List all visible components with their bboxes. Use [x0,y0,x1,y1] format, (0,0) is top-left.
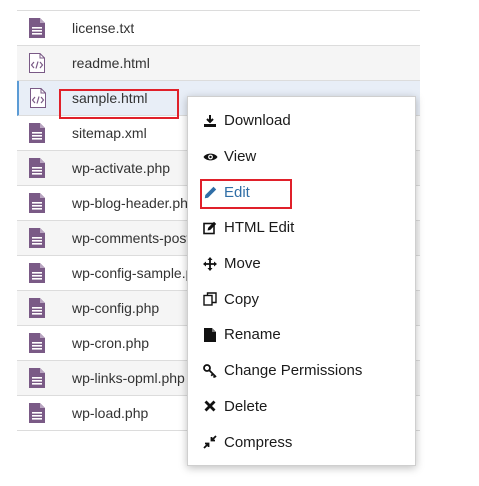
menu-item-delete[interactable]: Delete [188,389,415,425]
menu-item-label: Delete [224,397,268,415]
edit-highlight-annotation [200,179,292,209]
file-name[interactable]: sitemap.xml [72,125,147,141]
file-name[interactable]: license.txt [72,20,134,36]
menu-item-copy[interactable]: Copy [188,281,415,317]
text-file-icon [17,18,57,38]
code-file-icon [17,53,57,73]
text-file-icon [17,228,57,248]
menu-item-label: Download [224,112,291,130]
menu-item-html-edit[interactable]: HTML Edit [188,210,415,246]
menu-item-move[interactable]: Move [188,246,415,282]
compress-icon [202,435,218,449]
menu-item-label: Copy [224,290,260,308]
text-file-icon [17,333,57,353]
file-name[interactable]: wp-cron.php [72,335,149,351]
text-file-icon [17,403,57,423]
key-icon [202,363,218,378]
menu-item-compress[interactable]: Compress [188,424,415,460]
context-menu: Download View Edit HTML Edit Move Copy R… [187,96,416,466]
menu-item-label: Rename [224,326,281,344]
copy-icon [202,292,218,306]
file-name[interactable]: readme.html [72,55,150,71]
menu-item-view[interactable]: View [188,139,415,175]
text-file-icon [17,368,57,388]
code-file-icon [19,88,57,108]
file-name[interactable]: wp-config.php [72,300,159,316]
file-row-license-txt[interactable]: license.txt [17,11,420,46]
text-file-icon [17,263,57,283]
text-file-icon [17,158,57,178]
file-name[interactable]: wp-links-opml.php [72,370,185,386]
menu-item-change-permissions[interactable]: Change Permissions [188,353,415,389]
file-icon [202,327,218,342]
file-highlight-annotation [59,89,179,119]
eye-icon [202,151,218,163]
file-name[interactable]: wp-load.php [72,405,148,421]
menu-item-label: Change Permissions [224,362,363,380]
file-row-readme-html[interactable]: readme.html [17,46,420,81]
file-name[interactable]: wp-activate.php [72,160,170,176]
move-arrows-icon [202,256,218,271]
menu-item-label: Compress [224,433,293,451]
edit-square-icon [202,221,218,235]
text-file-icon [17,193,57,213]
menu-item-label: View [224,148,257,166]
menu-item-rename[interactable]: Rename [188,317,415,353]
menu-item-label: Move [224,255,261,273]
text-file-icon [17,123,57,143]
menu-item-download[interactable]: Download [188,103,415,139]
text-file-icon [17,298,57,318]
file-name[interactable]: wp-blog-header.php [72,195,196,211]
menu-item-label: HTML Edit [224,219,295,237]
download-icon [202,114,218,128]
x-icon [202,400,218,412]
